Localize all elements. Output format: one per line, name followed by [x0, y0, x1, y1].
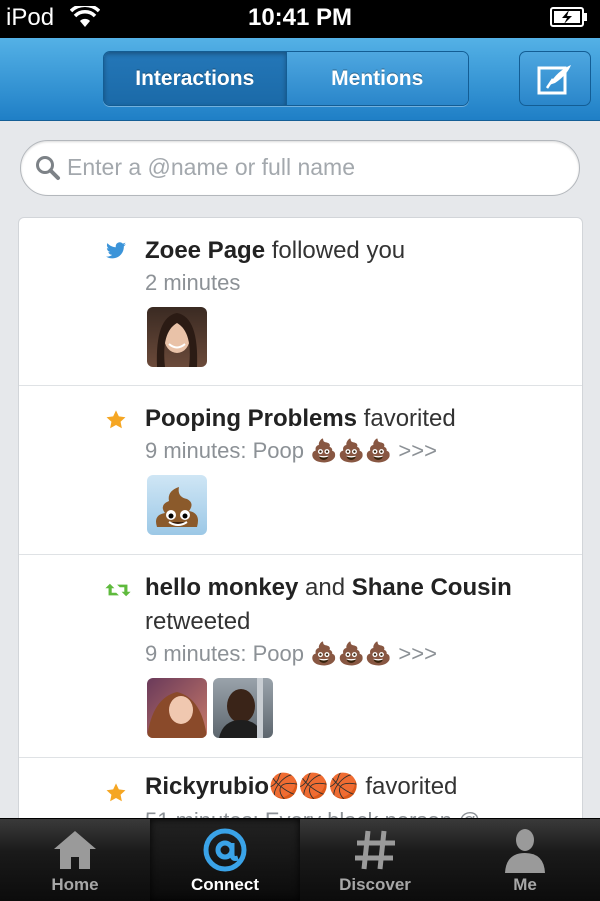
item-title: hello monkey and Shane Cousin retweeted — [145, 571, 568, 639]
battery-charging-icon — [550, 7, 587, 27]
conjunction-text: and — [298, 574, 352, 601]
actor-name[interactable]: Rickyrubio🏀🏀🏀 — [145, 773, 359, 800]
action-text: favorited — [358, 773, 458, 800]
tab-label: Home — [51, 875, 99, 894]
tab-discover[interactable]: Discover — [300, 819, 450, 901]
avatar[interactable] — [147, 475, 207, 535]
actor-name[interactable]: Zoee Page — [145, 237, 265, 264]
interactions-list: Zoee Page followed you 2 minutes Pooping… — [18, 217, 583, 849]
tab-label: Discover — [339, 875, 411, 894]
compose-button[interactable] — [519, 51, 591, 106]
poop-emoji-icon — [156, 487, 198, 527]
action-text: followed you — [265, 237, 406, 264]
tab-me[interactable]: Me — [450, 819, 600, 901]
person-icon — [505, 829, 545, 873]
avatar-image — [219, 678, 263, 738]
twitter-bird-icon — [106, 242, 126, 259]
item-meta: 9 minutes: Poop 💩💩💩 >>> — [145, 641, 437, 666]
tab-interactions[interactable]: Interactions — [104, 52, 286, 105]
home-icon — [54, 831, 96, 869]
list-item[interactable]: Zoee Page followed you 2 minutes — [19, 218, 582, 386]
item-title: Zoee Page followed you — [145, 234, 568, 268]
tab-label: Connect — [191, 875, 259, 894]
avatar[interactable] — [147, 307, 207, 367]
actor-name-2[interactable]: Shane Cousin — [352, 574, 512, 601]
search-placeholder: Enter a @name or full name — [67, 154, 355, 180]
search-input[interactable]: Enter a @name or full name — [20, 140, 580, 196]
tab-label: Me — [513, 875, 537, 894]
status-bar: iPod 10:41 PM — [0, 0, 600, 38]
item-meta: 2 minutes — [145, 270, 241, 295]
item-title: Pooping Problems favorited — [145, 402, 568, 436]
hashtag-icon — [355, 830, 395, 870]
retweet-icon — [105, 583, 131, 597]
interactions-mentions-toggle: Interactions Mentions — [103, 51, 469, 106]
avatar[interactable] — [147, 678, 207, 738]
tab-mentions[interactable]: Mentions — [285, 52, 468, 105]
actor-name[interactable]: hello monkey — [145, 574, 298, 601]
list-item[interactable]: hello monkey and Shane Cousin retweeted … — [19, 555, 582, 758]
star-icon — [106, 783, 126, 802]
search-icon — [36, 156, 60, 180]
action-text: retweeted — [145, 608, 251, 635]
star-icon — [106, 410, 126, 429]
list-item[interactable]: Pooping Problems favorited 9 minutes: Po… — [19, 386, 582, 555]
action-text: favorited — [357, 405, 456, 432]
status-time: 10:41 PM — [247, 4, 353, 31]
tab-home[interactable]: Home — [0, 819, 150, 901]
nav-bar: Interactions Mentions — [0, 38, 600, 121]
item-meta: 9 minutes: Poop 💩💩💩 >>> — [145, 438, 437, 463]
item-title: Rickyrubio🏀🏀🏀 favorited — [145, 770, 568, 804]
compose-icon — [537, 64, 571, 94]
avatar-image — [156, 313, 198, 367]
avatar-image — [147, 692, 207, 738]
at-sign-icon — [203, 828, 247, 872]
avatar[interactable] — [213, 678, 273, 738]
tab-connect[interactable]: Connect — [150, 819, 300, 901]
tab-bar: Home Connect Discover Me — [0, 818, 600, 901]
actor-name[interactable]: Pooping Problems — [145, 405, 357, 432]
